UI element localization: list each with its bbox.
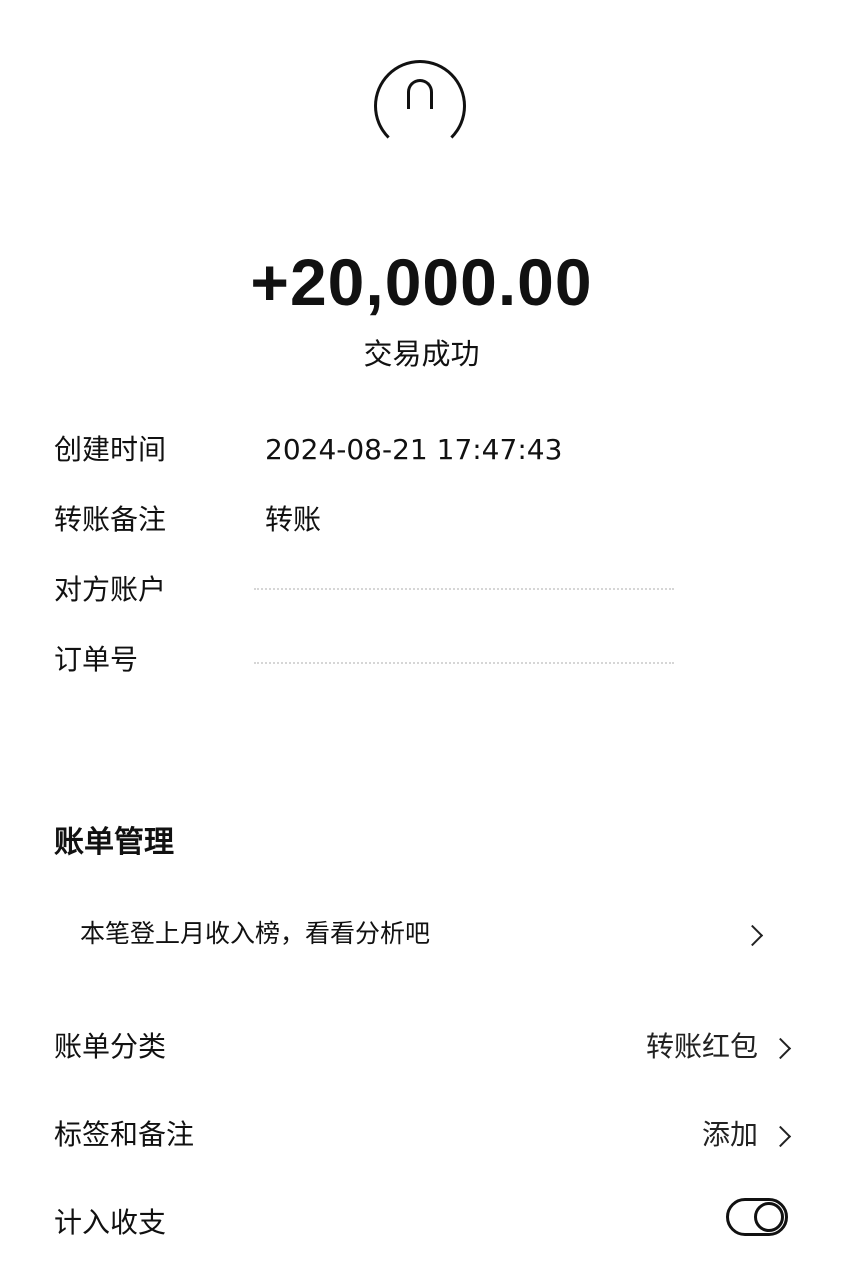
avatar[interactable] xyxy=(374,60,466,152)
setting-label: 账单分类 xyxy=(54,1030,167,1063)
chevron-right-icon xyxy=(769,1125,792,1148)
setting-value: 转账红包 xyxy=(645,1030,758,1063)
detail-label: 创建时间 xyxy=(54,433,167,466)
detail-value: 2024-08-21 17:47:43 xyxy=(265,433,563,466)
bill-category-row[interactable]: 账单分类 转账红包 xyxy=(54,1022,794,1072)
section-title-bill-management: 账单管理 xyxy=(54,825,174,860)
income-ranking-insight-row[interactable]: 本笔登上月收入榜，看看分析吧 xyxy=(54,902,794,966)
toggle-knob xyxy=(754,1202,784,1232)
tags-and-notes-row[interactable]: 标签和备注 添加 xyxy=(54,1110,794,1160)
redacted-value xyxy=(254,588,674,592)
chevron-right-icon xyxy=(741,924,764,947)
transaction-status: 交易成功 xyxy=(363,337,480,371)
detail-value: 转账 xyxy=(265,503,322,536)
transaction-amount: +20,000.00 xyxy=(250,245,593,319)
setting-label: 计入收支 xyxy=(54,1206,167,1239)
detail-label: 转账备注 xyxy=(54,503,167,536)
chevron-right-icon xyxy=(769,1037,792,1060)
setting-value: 添加 xyxy=(701,1118,758,1151)
redacted-value xyxy=(254,662,674,666)
detail-label: 对方账户 xyxy=(54,573,167,606)
include-in-stats-toggle[interactable] xyxy=(726,1198,788,1236)
insight-text: 本笔登上月收入榜，看看分析吧 xyxy=(80,919,431,948)
detail-row-transfer-note: 转账备注 转账 xyxy=(54,500,794,540)
setting-label: 标签和备注 xyxy=(54,1118,195,1151)
detail-row-counterparty: 对方账户 xyxy=(54,570,794,610)
detail-label: 订单号 xyxy=(54,643,139,676)
detail-row-order-number: 订单号 xyxy=(54,640,794,680)
detail-row-created-time: 创建时间 2024-08-21 17:47:43 xyxy=(54,430,794,470)
include-in-stats-row: 计入收支 xyxy=(54,1198,794,1248)
user-avatar-icon xyxy=(407,79,433,109)
